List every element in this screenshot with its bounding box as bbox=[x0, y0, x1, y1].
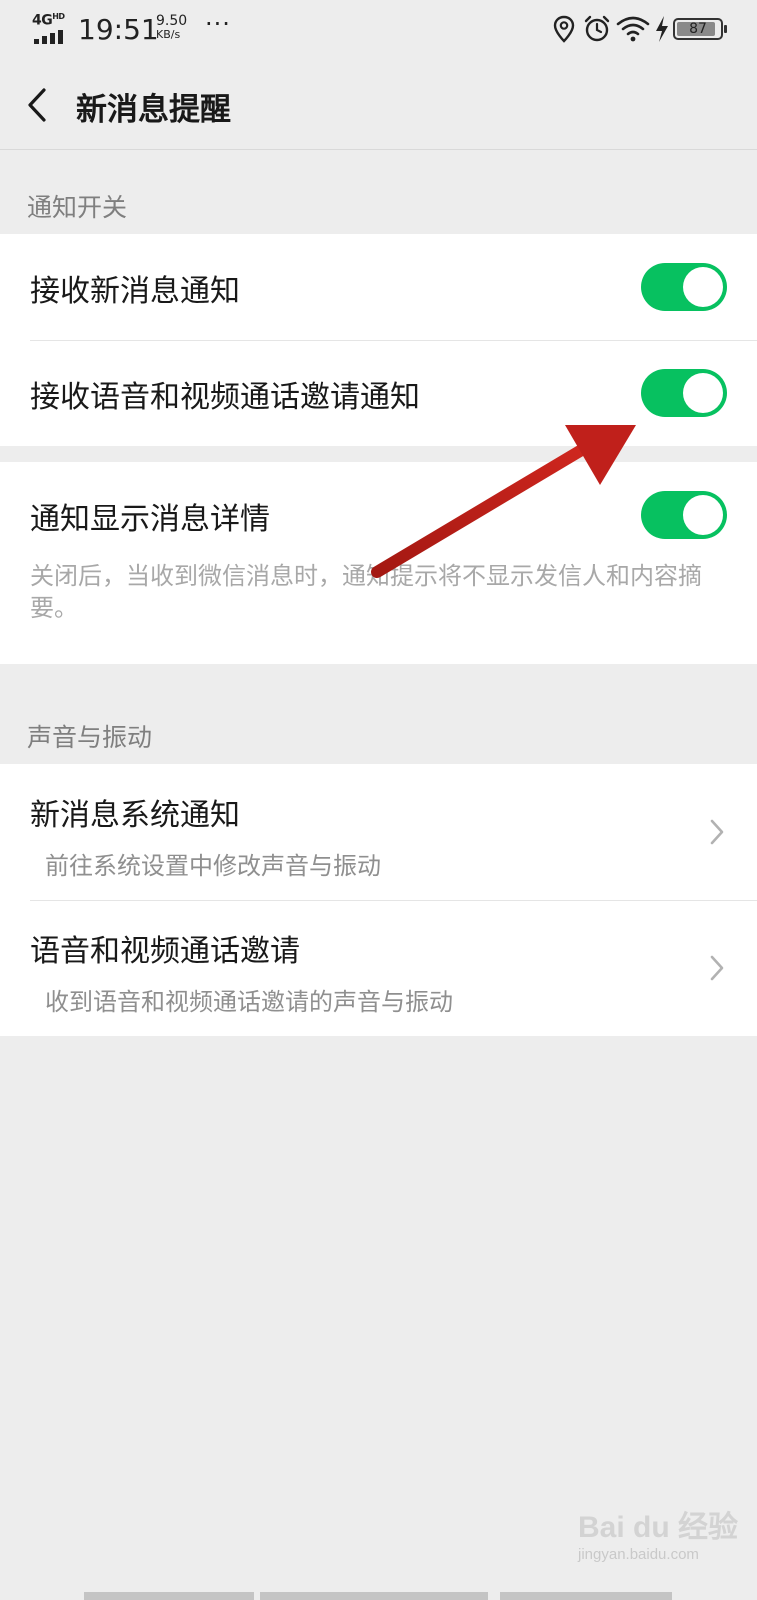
nav-header: 新消息提醒 bbox=[0, 60, 757, 150]
clock: 19:51 bbox=[78, 13, 159, 46]
row-receive-new-messages[interactable]: 接收新消息通知 bbox=[0, 234, 757, 340]
nav-bar-segment bbox=[260, 1592, 488, 1600]
page-title: 新消息提醒 bbox=[76, 92, 231, 128]
baidu-jingyan-watermark: Bai du 经验 jingyan.baidu.com bbox=[578, 1502, 738, 1572]
toggle-receive-call-invites[interactable] bbox=[641, 369, 727, 417]
network-speed-unit: KB/s bbox=[156, 28, 181, 41]
row-title: 语音和视频通话邀请 bbox=[30, 934, 300, 969]
sound-vibration-card: 新消息系统通知 前往系统设置中修改声音与振动 语音和视频通话邀请 收到语音和视频… bbox=[0, 764, 757, 1036]
row-subtitle: 收到语音和视频通话邀请的声音与振动 bbox=[45, 988, 453, 1016]
location-icon bbox=[553, 15, 575, 43]
row-call-invite-sound[interactable]: 语音和视频通话邀请 收到语音和视频通话邀请的声音与振动 bbox=[0, 900, 757, 1036]
battery-level: 87 bbox=[689, 21, 707, 37]
network-hd-label: HD bbox=[52, 12, 65, 21]
charging-icon bbox=[656, 16, 668, 42]
message-detail-card: 通知显示消息详情 关闭后，当收到微信消息时，通知提示将不显示发信人和内容摘要。 bbox=[0, 462, 757, 664]
cellular-signal-icon: 4GHD bbox=[32, 12, 72, 44]
battery-icon: 87 bbox=[673, 18, 727, 40]
network-type: 4G bbox=[32, 12, 53, 29]
toggle-receive-new-messages[interactable] bbox=[641, 263, 727, 311]
toggle-knob bbox=[683, 267, 723, 307]
nav-bar-segment bbox=[500, 1592, 672, 1600]
wifi-icon bbox=[616, 16, 650, 42]
status-bar: 4GHD 19:51 9.50 KB/s ··· 87 bbox=[0, 0, 757, 60]
network-speed: 9.50 KB/s bbox=[156, 14, 196, 40]
row-show-message-details[interactable]: 通知显示消息详情 关闭后，当收到微信消息时，通知提示将不显示发信人和内容摘要。 bbox=[0, 462, 757, 664]
section-label-notifications: 通知开关 bbox=[27, 193, 128, 222]
screen: 4GHD 19:51 9.50 KB/s ··· 87 新消息提醒 通知开关 接… bbox=[0, 0, 757, 1600]
watermark-logo: Bai du 经验 bbox=[578, 1511, 739, 1544]
row-receive-call-invites[interactable]: 接收语音和视频通话邀请通知 bbox=[0, 340, 757, 446]
back-button[interactable] bbox=[20, 82, 60, 128]
row-title: 新消息系统通知 bbox=[30, 798, 240, 833]
row-description: 关闭后，当收到微信消息时，通知提示将不显示发信人和内容摘要。 bbox=[30, 562, 702, 622]
chevron-right-icon bbox=[710, 819, 724, 845]
nav-bar-segment bbox=[84, 1592, 254, 1600]
toggle-knob bbox=[683, 495, 723, 535]
row-title: 接收新消息通知 bbox=[30, 274, 240, 309]
section-label-sound: 声音与振动 bbox=[27, 723, 153, 752]
row-system-notification[interactable]: 新消息系统通知 前往系统设置中修改声音与振动 bbox=[0, 764, 757, 900]
toggle-show-message-details[interactable] bbox=[641, 491, 727, 539]
notification-switches-card: 接收新消息通知 接收语音和视频通话邀请通知 bbox=[0, 234, 757, 446]
toggle-knob bbox=[683, 373, 723, 413]
watermark-url: jingyan.baidu.com bbox=[578, 1546, 699, 1563]
network-speed-value: 9.50 bbox=[156, 13, 188, 29]
row-title: 接收语音和视频通话邀请通知 bbox=[30, 380, 420, 415]
row-subtitle: 前往系统设置中修改声音与振动 bbox=[45, 852, 381, 880]
chevron-right-icon bbox=[710, 955, 724, 981]
chevron-left-icon bbox=[28, 88, 46, 122]
row-title: 通知显示消息详情 bbox=[30, 502, 270, 537]
alarm-icon bbox=[584, 15, 610, 42]
more-notifications-icon: ··· bbox=[205, 10, 231, 38]
